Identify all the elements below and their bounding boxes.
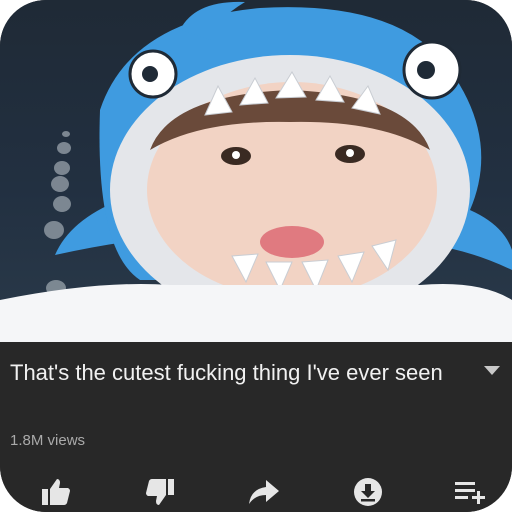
like-button[interactable] bbox=[38, 476, 74, 508]
save-to-playlist-button[interactable] bbox=[452, 476, 488, 508]
video-details: That's the cutest fucking thing I've eve… bbox=[0, 342, 512, 512]
share-arrow-icon bbox=[249, 480, 279, 504]
action-bar bbox=[0, 472, 512, 512]
chevron-down-icon[interactable] bbox=[484, 366, 500, 375]
video-player[interactable] bbox=[0, 0, 512, 342]
view-count: 1.8M views bbox=[10, 432, 86, 449]
bubbles bbox=[44, 131, 71, 296]
app-frame: That's the cutest fucking thing I've eve… bbox=[0, 0, 512, 512]
dislike-button[interactable] bbox=[142, 476, 178, 508]
share-button[interactable] bbox=[246, 476, 282, 508]
thumbs-down-icon bbox=[146, 479, 174, 505]
video-title: That's the cutest fucking thing I've eve… bbox=[10, 360, 443, 385]
download-button[interactable] bbox=[350, 476, 386, 508]
video-thumbnail bbox=[0, 1, 512, 342]
thumbs-up-icon bbox=[42, 479, 70, 505]
playlist-add-icon bbox=[455, 482, 485, 504]
download-icon bbox=[354, 478, 382, 506]
